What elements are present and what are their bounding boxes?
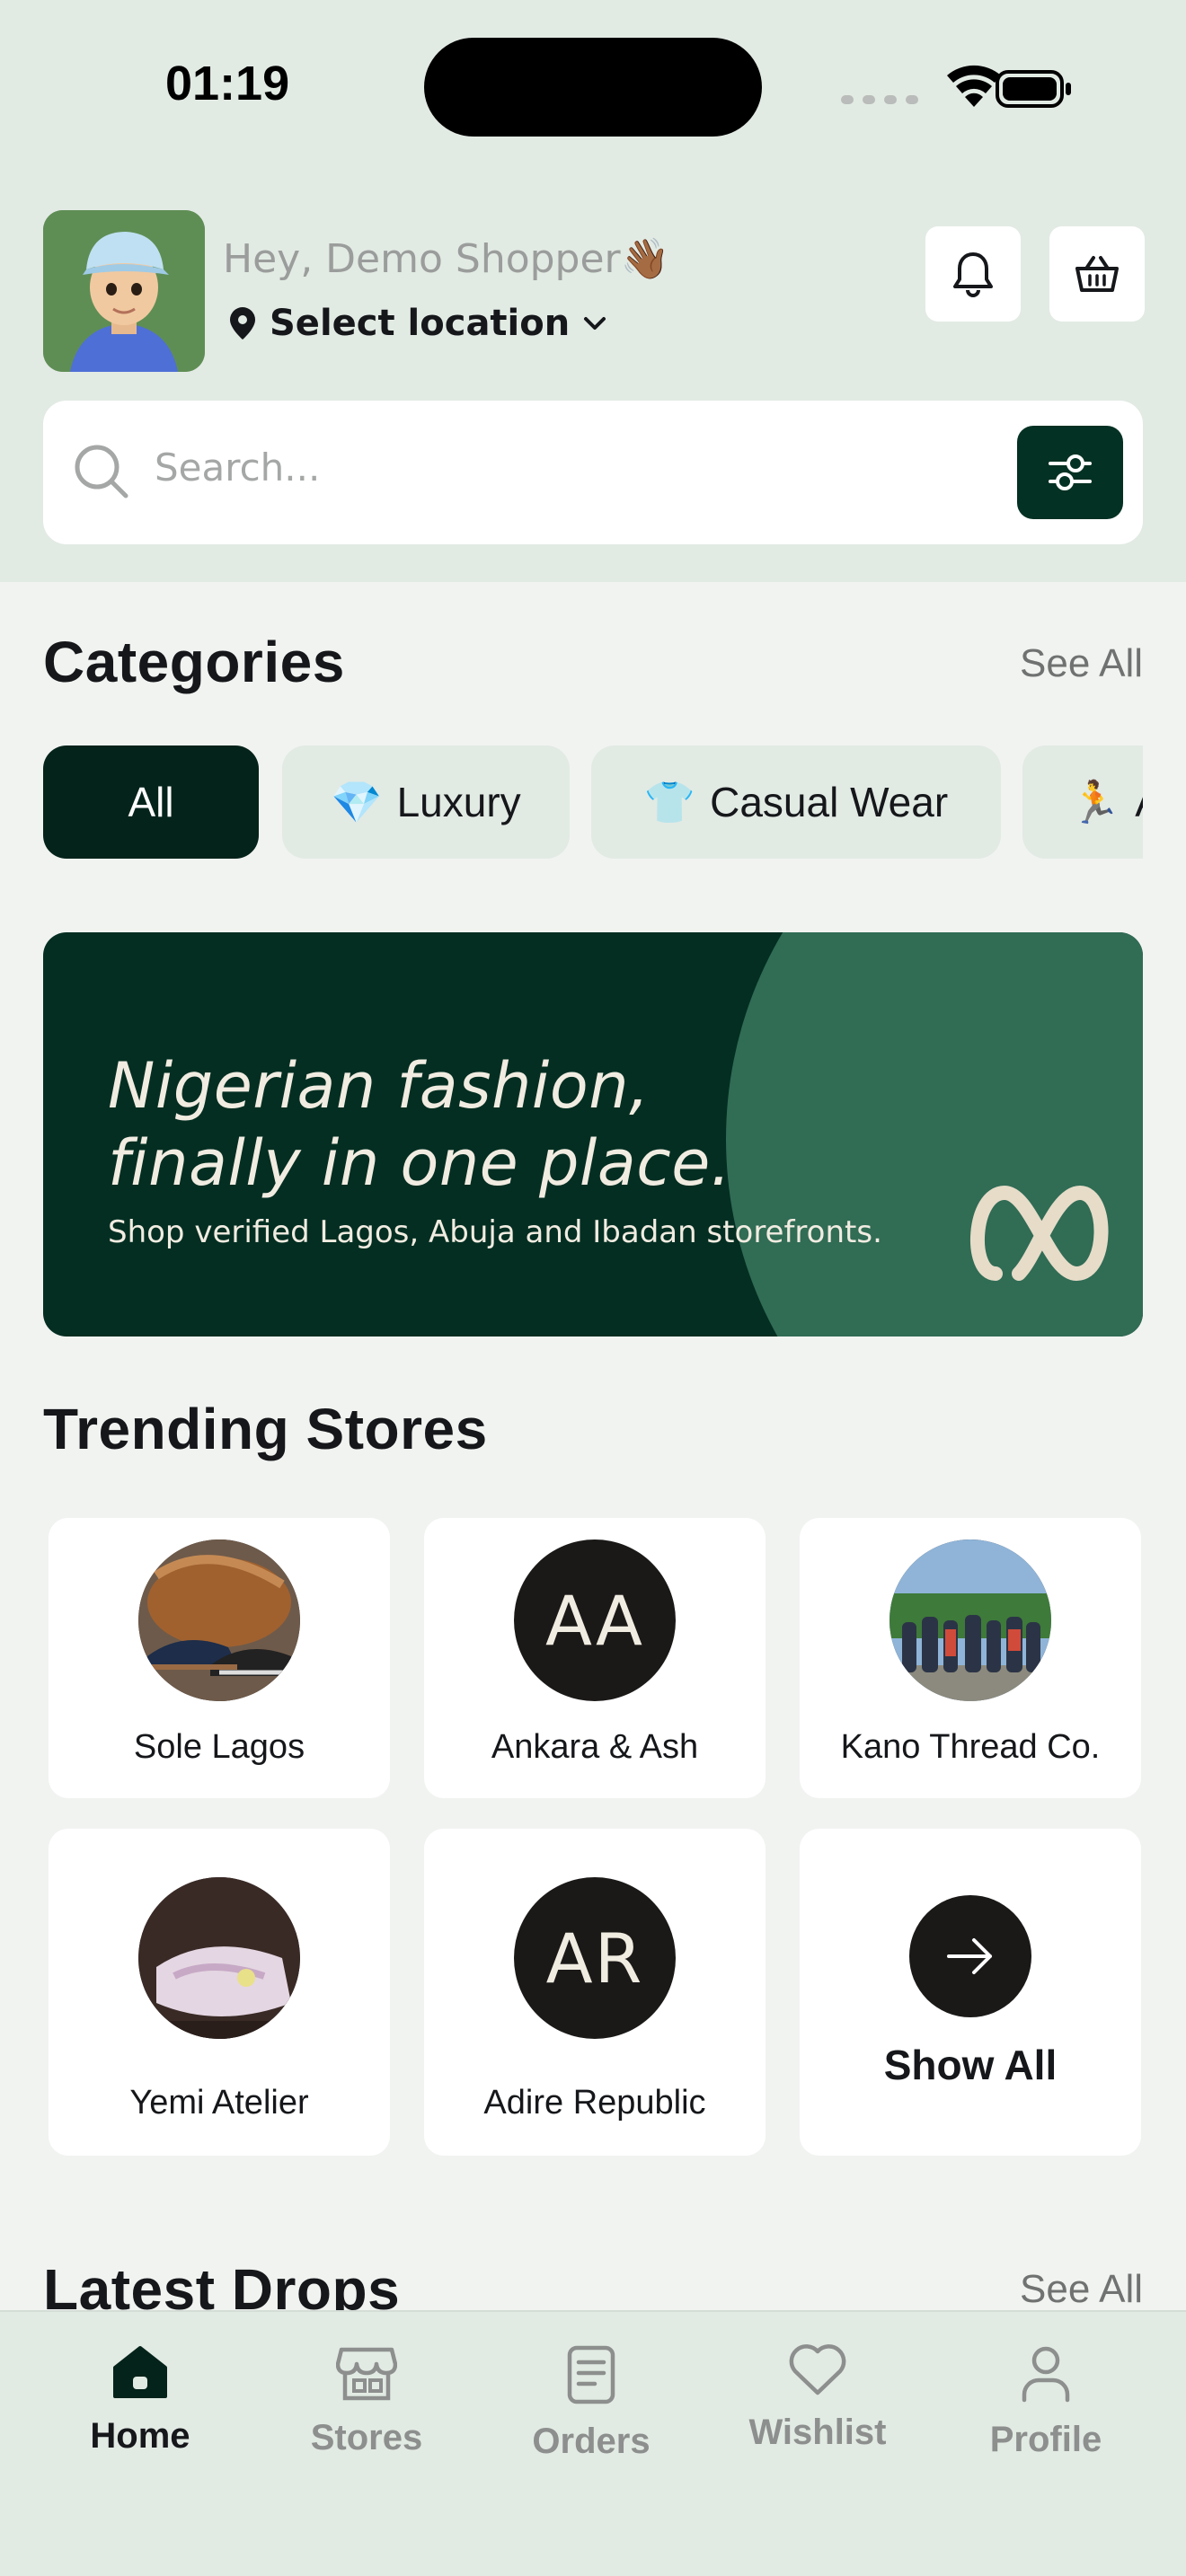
chip-label: Luxury (396, 779, 521, 825)
orders-icon (567, 2345, 615, 2404)
store-name: Yemi Atelier (129, 2084, 309, 2122)
chip-label: A (1135, 778, 1143, 826)
latest-drops-see-all[interactable]: See All (1020, 2267, 1143, 2312)
filter-button[interactable] (1017, 426, 1123, 519)
store-card-yemi-atelier[interactable]: Yemi Atelier (49, 1829, 390, 2156)
store-card-ankara-ash[interactable]: AA Ankara & Ash (424, 1518, 766, 1798)
basket-icon (1075, 256, 1119, 292)
gem-icon: 💎 (331, 778, 383, 825)
group-photo-image (890, 1539, 1051, 1701)
search-bar[interactable]: Search... (43, 401, 1143, 544)
tab-label: Orders (532, 2422, 651, 2461)
store-name: Sole Lagos (133, 1728, 305, 1766)
wifi-icon (947, 65, 1001, 107)
chip-label: All (128, 779, 174, 825)
status-time: 01:19 (165, 57, 290, 110)
store-name: Ankara & Ash (491, 1728, 699, 1766)
chip-activewear[interactable]: 🏃 A (1022, 745, 1143, 859)
tab-label: Home (90, 2416, 190, 2456)
store-avatar: AA (514, 1539, 676, 1701)
banner-title-line2: finally in one place. (108, 1126, 731, 1200)
signal-icon (841, 95, 918, 104)
shoes-photo-image (138, 1539, 300, 1701)
chip-label: Casual Wear (710, 779, 949, 825)
chip-all[interactable]: All (43, 745, 259, 859)
dynamic-island (424, 38, 762, 137)
notifications-button[interactable] (925, 226, 1021, 322)
trending-title: Trending Stores (43, 1397, 488, 1461)
bell-icon (953, 252, 993, 297)
store-initials: AA (544, 1580, 645, 1661)
runner-icon: 🏃 (1069, 778, 1121, 825)
tab-label: Wishlist (748, 2413, 887, 2452)
location-label: Select location (270, 303, 571, 344)
store-avatar (890, 1539, 1051, 1701)
categories-title: Categories (43, 630, 345, 694)
home-icon (113, 2346, 167, 2398)
location-pin-icon (230, 307, 255, 340)
banner-title-line1: Nigerian fashion, (108, 1049, 650, 1123)
sliders-icon (1049, 454, 1092, 490)
store-avatar: AR (514, 1877, 676, 2039)
tab-profile[interactable]: Profile (956, 2344, 1136, 2479)
store-avatar (138, 1877, 300, 2039)
greeting-text: Hey, Demo Shopper👋🏾 (223, 236, 670, 282)
battery-icon (996, 70, 1071, 108)
avatar[interactable] (43, 210, 205, 372)
show-all-stores-card[interactable]: Show All (800, 1829, 1141, 2156)
dress-photo-image (138, 1877, 300, 2039)
person-icon (1022, 2346, 1070, 2403)
tab-bar: Home Stores Orders Wishlist Profile (0, 2310, 1186, 2576)
tab-orders[interactable]: Orders (501, 2344, 681, 2479)
show-all-label: Show All (883, 2042, 1058, 2088)
chip-luxury[interactable]: 💎 Luxury (282, 745, 570, 859)
banner-subtitle: Shop verified Lagos, Abuja and Ibadan st… (108, 1214, 882, 1250)
categories-see-all[interactable]: See All (1020, 641, 1143, 686)
status-icons (841, 65, 1071, 108)
store-card-sole-lagos[interactable]: Sole Lagos (49, 1518, 390, 1798)
show-all-arrow-button (909, 1895, 1031, 2017)
tab-label: Profile (989, 2420, 1102, 2459)
store-avatar (138, 1539, 300, 1701)
search-input[interactable]: Search... (155, 446, 320, 490)
tab-wishlist[interactable]: Wishlist (728, 2344, 907, 2479)
category-chips: All 💎 Luxury 👕 Casual Wear 🏃 A (43, 745, 1143, 860)
store-name: Adire Republic (483, 2084, 706, 2122)
tab-label: Stores (310, 2418, 423, 2457)
chip-casual-wear[interactable]: 👕 Casual Wear (591, 745, 1001, 859)
search-icon (75, 445, 128, 498)
store-initials: AR (545, 1918, 644, 1998)
cart-button[interactable] (1049, 226, 1145, 322)
brand-logo-icon (969, 1185, 1109, 1282)
store-card-kano-thread[interactable]: Kano Thread Co. (800, 1518, 1141, 1798)
store-name: Kano Thread Co. (840, 1728, 1101, 1766)
chevron-down-icon (584, 317, 606, 330)
store-icon (336, 2347, 397, 2401)
store-card-adire-republic[interactable]: AR Adire Republic (424, 1829, 766, 2156)
shirt-icon: 👕 (643, 778, 696, 825)
promo-banner[interactable]: Nigerian fashion, finally in one place. … (43, 932, 1143, 1337)
memoji-avatar-image (43, 210, 205, 372)
banner-title: Nigerian fashion, finally in one place. (108, 1047, 731, 1202)
tab-home[interactable]: Home (50, 2344, 230, 2479)
tab-stores[interactable]: Stores (277, 2344, 456, 2479)
location-selector[interactable]: Select location (228, 298, 607, 348)
heart-icon (789, 2344, 846, 2395)
arrow-right-icon (947, 1938, 992, 1974)
